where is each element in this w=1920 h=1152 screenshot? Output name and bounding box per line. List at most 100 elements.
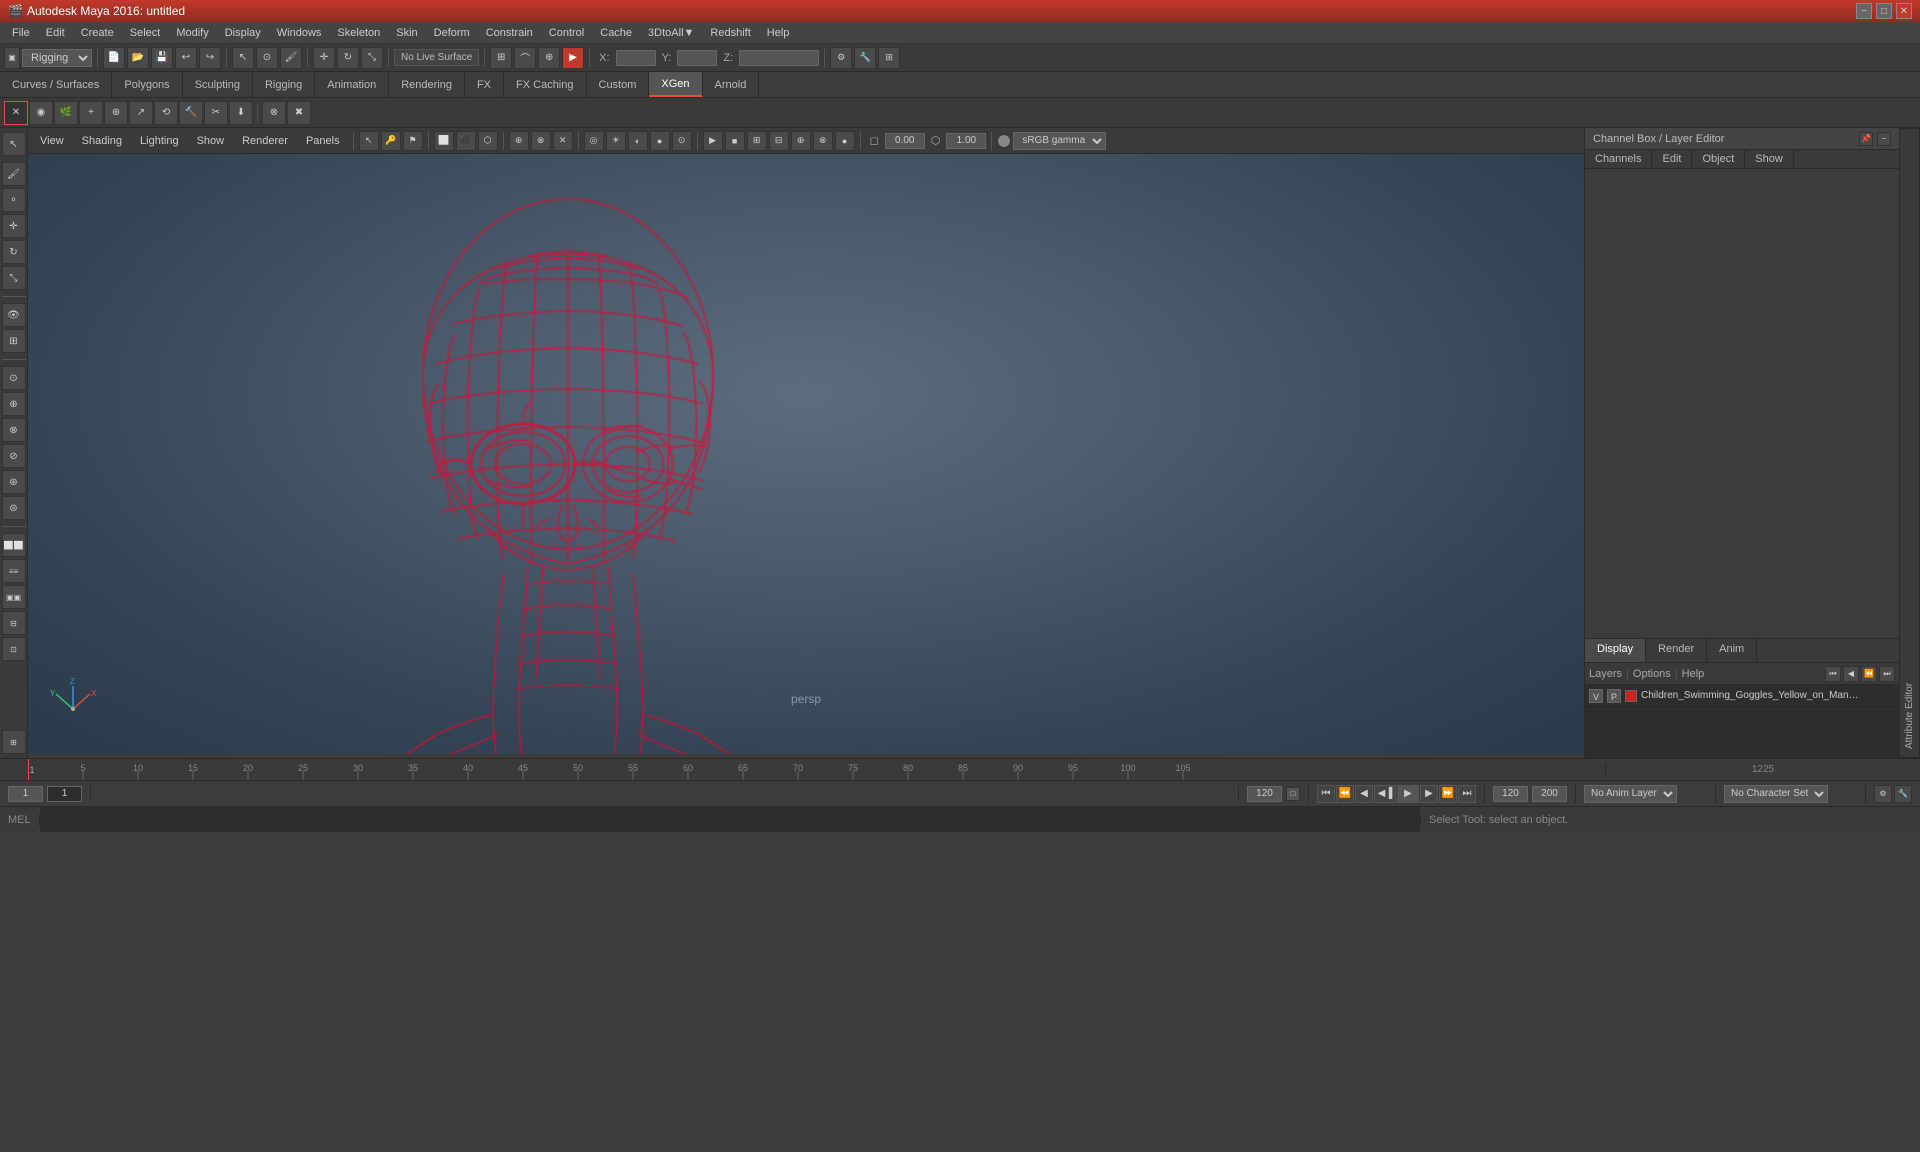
- le-fwd-btn[interactable]: ⏪: [1861, 666, 1877, 682]
- viewport-menu-shading[interactable]: Shading: [74, 133, 130, 149]
- start-frame-input[interactable]: [8, 786, 43, 802]
- close-button[interactable]: ✕: [1896, 3, 1912, 19]
- vp-misc-1[interactable]: ▶: [703, 131, 723, 151]
- mel-label[interactable]: MEL: [0, 814, 40, 826]
- tab-rendering[interactable]: Rendering: [389, 72, 465, 97]
- layout-button[interactable]: ⊞: [878, 47, 900, 69]
- le-options-btn[interactable]: Options: [1633, 668, 1671, 680]
- xgen-btn-2[interactable]: ◉: [29, 101, 53, 125]
- select-tool-button[interactable]: ↖: [232, 47, 254, 69]
- title-bar-controls[interactable]: − □ ✕: [1856, 3, 1912, 19]
- select-mode-button[interactable]: ↖: [2, 132, 26, 156]
- left-tool-1[interactable]: ⬜⬜: [2, 533, 26, 557]
- bottom-icon-1[interactable]: ⚙: [1874, 785, 1892, 803]
- snap-grid-button[interactable]: ⊞: [490, 47, 512, 69]
- module-dropdown[interactable]: Rigging: [22, 49, 92, 67]
- le-tab-display[interactable]: Display: [1585, 639, 1646, 662]
- maximize-button[interactable]: □: [1876, 3, 1892, 19]
- rotate-button[interactable]: ↻: [2, 240, 26, 264]
- gamma-selector[interactable]: sRGB gamma: [1013, 132, 1106, 150]
- cb-tab-edit[interactable]: Edit: [1652, 150, 1692, 168]
- left-tool-3[interactable]: ▣▣: [2, 585, 26, 609]
- vp-misc-4[interactable]: ⊟: [769, 131, 789, 151]
- bottom-icon-2[interactable]: 🔧: [1894, 785, 1912, 803]
- current-frame-input[interactable]: [47, 786, 82, 802]
- layer-p-button[interactable]: P: [1607, 689, 1621, 703]
- sculpt-button[interactable]: ⚬: [2, 188, 26, 212]
- left-render-btn-1[interactable]: ⊙: [2, 366, 26, 390]
- tab-custom[interactable]: Custom: [587, 72, 650, 97]
- menu-deform[interactable]: Deform: [426, 25, 478, 41]
- goto-end-button[interactable]: ⏭: [1458, 785, 1476, 803]
- left-render-btn-4[interactable]: ⊘: [2, 444, 26, 468]
- toolbar-icon-1[interactable]: ▣: [4, 47, 20, 69]
- next-frame-button[interactable]: ▶: [1420, 785, 1438, 803]
- cb-tab-show[interactable]: Show: [1745, 150, 1794, 168]
- vp-toggle-btn[interactable]: ⊗: [531, 131, 551, 151]
- render-settings-button[interactable]: 🔧: [854, 47, 876, 69]
- vp-misc-3[interactable]: ⊞: [747, 131, 767, 151]
- le-end-btn[interactable]: ⏭: [1879, 666, 1895, 682]
- left-tool-5[interactable]: ⊡: [2, 637, 26, 661]
- left-tool-4[interactable]: ⊟: [2, 611, 26, 635]
- tab-rigging[interactable]: Rigging: [253, 72, 315, 97]
- menu-edit[interactable]: Edit: [38, 25, 73, 41]
- play-back-button[interactable]: ◀▐: [1374, 785, 1396, 803]
- scale-button[interactable]: ⤡: [2, 266, 26, 290]
- anim-layer-select[interactable]: No Anim Layer: [1584, 785, 1677, 803]
- viewport-menu-view[interactable]: View: [32, 133, 72, 149]
- tab-fx[interactable]: FX: [465, 72, 504, 97]
- le-tab-render[interactable]: Render: [1646, 639, 1707, 662]
- vp-wire-btn[interactable]: ⬡: [478, 131, 498, 151]
- vp-isolate-btn[interactable]: ◎: [584, 131, 604, 151]
- menu-windows[interactable]: Windows: [269, 25, 330, 41]
- render-button[interactable]: ▶: [562, 47, 584, 69]
- no-live-surface-label[interactable]: No Live Surface: [394, 49, 479, 66]
- cb-tab-object[interactable]: Object: [1692, 150, 1745, 168]
- open-scene-button[interactable]: 📂: [127, 47, 149, 69]
- tab-curves-surfaces[interactable]: Curves / Surfaces: [0, 72, 112, 97]
- layer-row-item[interactable]: V P Children_Swimming_Goggles_Yellow_on_…: [1585, 685, 1899, 707]
- left-bottom-btn[interactable]: ⊞: [2, 730, 26, 754]
- xgen-btn-3[interactable]: 🌿: [54, 101, 78, 125]
- menu-display[interactable]: Display: [217, 25, 269, 41]
- menu-redshift[interactable]: Redshift: [702, 25, 758, 41]
- menu-modify[interactable]: Modify: [168, 25, 216, 41]
- vp-misc-5[interactable]: ⊕: [791, 131, 811, 151]
- new-scene-button[interactable]: 📄: [103, 47, 125, 69]
- vp-val2-input[interactable]: [946, 133, 986, 149]
- viewport-menu-show[interactable]: Show: [189, 133, 233, 149]
- prev-frame-button[interactable]: ◀: [1355, 785, 1373, 803]
- vp-ao-btn[interactable]: ●: [650, 131, 670, 151]
- left-render-btn-5[interactable]: ⊛: [2, 470, 26, 494]
- menu-3dtoa[interactable]: 3DtoAll▼: [640, 25, 702, 41]
- vp-misc-6[interactable]: ⊗: [813, 131, 833, 151]
- mel-input[interactable]: [40, 807, 1420, 832]
- move-button[interactable]: ✛: [2, 214, 26, 238]
- le-new-btn[interactable]: ⏮: [1825, 666, 1841, 682]
- vp-light-btn[interactable]: ☀: [606, 131, 626, 151]
- xgen-btn-9[interactable]: ✂: [204, 101, 228, 125]
- menu-select[interactable]: Select: [122, 25, 169, 41]
- grid-button[interactable]: ⊞: [2, 329, 26, 353]
- redo-button[interactable]: ↪: [199, 47, 221, 69]
- left-tool-2[interactable]: ≡≡: [2, 559, 26, 583]
- menu-skeleton[interactable]: Skeleton: [329, 25, 388, 41]
- xgen-btn-1[interactable]: ✕: [4, 101, 28, 125]
- menu-skin[interactable]: Skin: [388, 25, 425, 41]
- vp-shadow-btn[interactable]: ◐: [628, 131, 648, 151]
- tab-animation[interactable]: Animation: [315, 72, 389, 97]
- vp-smooth-btn[interactable]: ⬛: [456, 131, 476, 151]
- snap-point-button[interactable]: ⊕: [538, 47, 560, 69]
- vp-x-btn[interactable]: ✕: [553, 131, 573, 151]
- le-back-btn[interactable]: ◀: [1843, 666, 1859, 682]
- lasso-tool-button[interactable]: ⊙: [256, 47, 278, 69]
- vp-aa-btn[interactable]: ⊙: [672, 131, 692, 151]
- vp-snap-btn[interactable]: ⊕: [509, 131, 529, 151]
- cb-tab-channels[interactable]: Channels: [1585, 150, 1652, 168]
- xgen-btn-11[interactable]: ⊗: [262, 101, 286, 125]
- vp-misc-2[interactable]: ■: [725, 131, 745, 151]
- menu-create[interactable]: Create: [73, 25, 122, 41]
- xgen-btn-7[interactable]: ⟲: [154, 101, 178, 125]
- undo-button[interactable]: ↩: [175, 47, 197, 69]
